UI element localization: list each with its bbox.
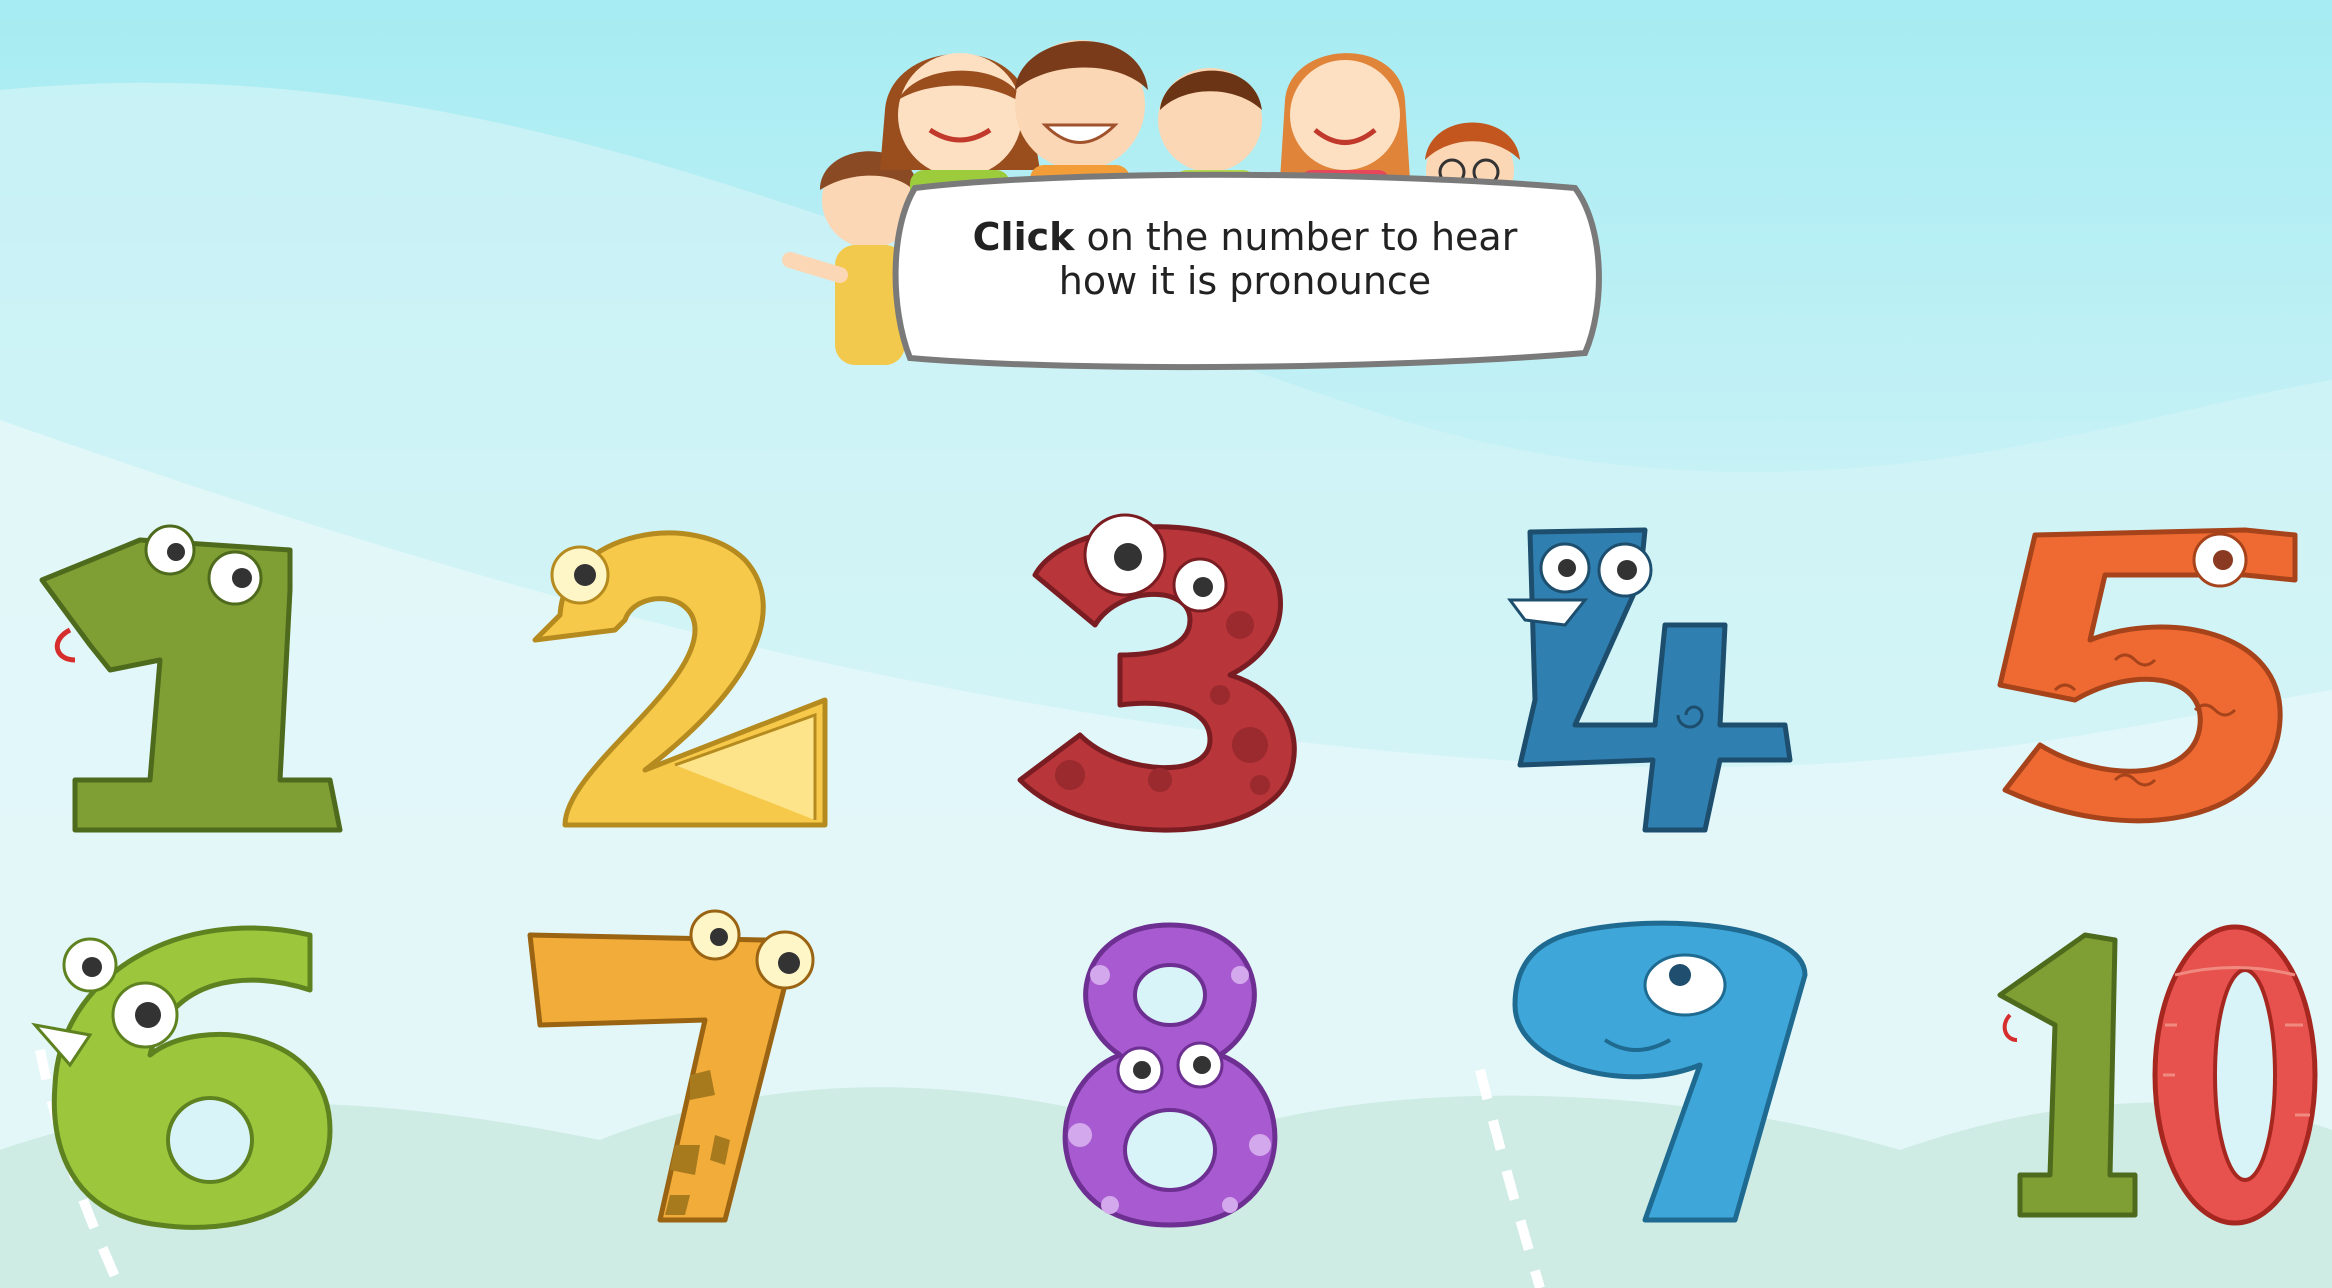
number-2-button[interactable]: 2 <box>525 520 845 840</box>
instruction-line1: on the number to hear <box>1074 215 1518 259</box>
number-4-button[interactable]: 4 <box>1505 520 1835 840</box>
number-3-button[interactable]: 3 <box>1010 513 1330 835</box>
number-10-button[interactable]: 10 <box>1995 915 2325 1235</box>
number-7-button[interactable]: 7 <box>525 909 845 1235</box>
number-1-button[interactable]: 1 <box>30 520 360 840</box>
number-8-button[interactable]: 8 <box>1010 915 1330 1235</box>
instruction-line2: how it is pronounce <box>1058 259 1432 303</box>
number-9-button[interactable]: 9 <box>1505 915 1825 1235</box>
number-5-button[interactable]: 5 <box>1995 520 2325 840</box>
instruction-text: Click on the number to hear how it is pr… <box>910 215 1580 303</box>
instruction-bold: Click <box>972 215 1075 259</box>
number-6-button[interactable]: 6 <box>30 915 360 1235</box>
